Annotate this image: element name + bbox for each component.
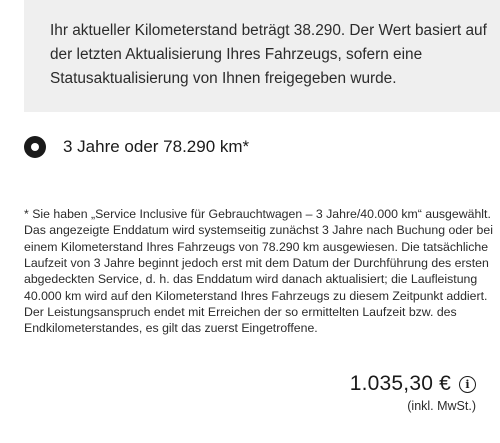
package-footnote: * Sie haben „Service Inclusive für Gebra… [24, 207, 493, 336]
selected-radio-button[interactable] [24, 136, 46, 158]
package-option[interactable]: 3 Jahre oder 78.290 km* [24, 136, 249, 158]
radio-dot-icon [31, 143, 39, 151]
mileage-info-text: Ihr aktueller Kilometerstand beträgt 38.… [50, 22, 487, 87]
price-row: 1.035,30 € i [350, 372, 476, 396]
price-amount: 1.035,30 € [349, 372, 451, 395]
mileage-info-box: Ihr aktueller Kilometerstand beträgt 38.… [24, 0, 500, 112]
info-icon[interactable]: i [459, 375, 476, 393]
package-option-label[interactable]: 3 Jahre oder 78.290 km* [63, 137, 249, 157]
vat-note: (inkl. MwSt.) [407, 399, 476, 413]
